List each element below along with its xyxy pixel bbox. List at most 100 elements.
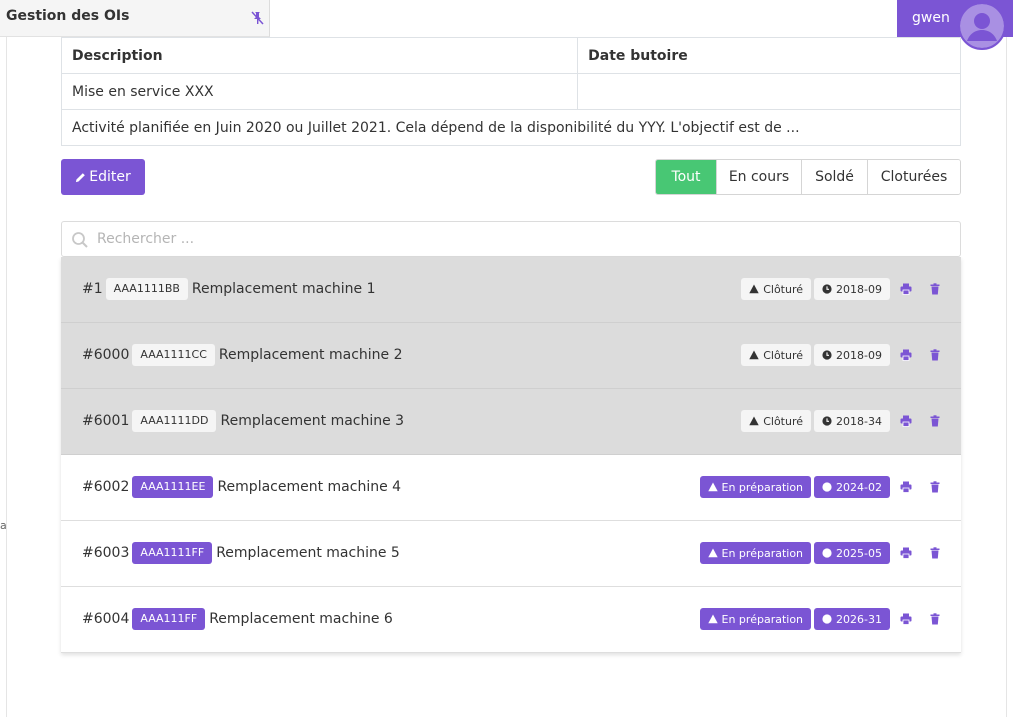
warning-icon xyxy=(749,350,759,360)
item-title: Remplacement machine 6 xyxy=(209,611,393,627)
date-badge: 2026-31 xyxy=(814,608,890,630)
date-badge: 2018-09 xyxy=(814,278,890,300)
description-cell: Mise en service XXX xyxy=(60,73,579,110)
list-item-6[interactable]: #6004 AAA111FF Remplacement machine 6 En… xyxy=(61,587,961,653)
print-icon[interactable] xyxy=(900,547,912,559)
item-main: #6000 AAA1111CC Remplacement machine 2 xyxy=(82,323,403,387)
status-text: En préparation xyxy=(721,612,804,626)
print-icon[interactable] xyxy=(900,283,912,295)
trash-icon[interactable] xyxy=(929,613,941,625)
status-filter-group: Tout En cours Soldé Cloturées xyxy=(655,159,961,195)
item-meta: En préparation 2024-02 xyxy=(699,476,941,498)
item-meta: Clôturé 2018-34 xyxy=(741,410,941,432)
item-title: Remplacement machine 3 xyxy=(220,413,405,429)
work-order-list: #1 AAA1111BB Remplacement machine 1 Clôt… xyxy=(61,257,961,653)
status-text: Clôturé xyxy=(763,414,804,428)
right-panel-edge xyxy=(1006,37,1013,717)
date-text: 2018-34 xyxy=(836,414,882,428)
print-icon[interactable] xyxy=(900,481,912,493)
avatar[interactable] xyxy=(958,2,1006,50)
trash-icon[interactable] xyxy=(929,547,941,559)
trash-icon[interactable] xyxy=(929,415,941,427)
app-title-tab[interactable]: Gestion des OIs xyxy=(0,0,270,37)
status-text: Clôturé xyxy=(763,282,804,296)
item-number: #6003 xyxy=(82,545,130,561)
trash-icon[interactable] xyxy=(929,481,941,493)
list-item-3[interactable]: #6001 AAA1111DD Remplacement machine 3 C… xyxy=(61,389,961,455)
trash-icon[interactable] xyxy=(929,283,941,295)
print-icon[interactable] xyxy=(900,349,912,361)
item-code-tag: AAA1111EE xyxy=(132,476,214,498)
date-badge: 2025-05 xyxy=(814,542,890,564)
item-code-tag: AAA1111BB xyxy=(105,278,188,300)
status-badge: Clôturé xyxy=(741,410,812,432)
item-main: #6002 AAA1111EE Remplacement machine 4 xyxy=(82,455,401,519)
status-badge: Clôturé xyxy=(741,344,812,366)
status-badge: En préparation xyxy=(699,608,812,630)
item-main: #1 AAA1111BB Remplacement machine 1 xyxy=(82,257,376,321)
item-code-tag: AAA1111DD xyxy=(132,410,217,432)
print-icon[interactable] xyxy=(900,415,912,427)
date-text: 2025-05 xyxy=(836,546,882,560)
clock-icon xyxy=(822,284,832,294)
clock-icon xyxy=(822,350,832,360)
header-date-butoire: Date butoire xyxy=(577,37,961,74)
item-code-tag: AAA1111CC xyxy=(132,344,215,366)
print-icon[interactable] xyxy=(900,613,912,625)
item-number: #6004 xyxy=(82,611,130,627)
item-meta: En préparation 2025-05 xyxy=(699,542,941,564)
item-title: Remplacement machine 4 xyxy=(217,479,402,495)
top-bar: Gestion des OIs gwen xyxy=(0,0,1013,50)
item-title: Remplacement machine 1 xyxy=(191,281,376,297)
pencil-icon xyxy=(76,172,86,182)
warning-icon xyxy=(749,416,759,426)
date-text: 2026-31 xyxy=(836,612,882,626)
warning-icon xyxy=(749,284,759,294)
warning-icon xyxy=(707,614,718,624)
info-table: Description Date butoire Mise en service… xyxy=(60,37,961,146)
info-table-header: Description Date butoire xyxy=(60,37,961,74)
clock-icon xyxy=(822,614,832,624)
item-main: #6003 AAA1111FF Remplacement machine 5 xyxy=(82,521,400,585)
item-title: Remplacement machine 5 xyxy=(216,545,400,561)
filter-settled-button[interactable]: Soldé xyxy=(801,160,867,194)
user-name: gwen xyxy=(912,10,950,26)
user-avatar-icon xyxy=(960,4,1004,48)
search-input[interactable] xyxy=(97,222,947,256)
edit-button[interactable]: Editer xyxy=(61,159,145,195)
list-item-1[interactable]: #1 AAA1111BB Remplacement machine 1 Clôt… xyxy=(61,257,961,323)
trash-icon[interactable] xyxy=(929,349,941,361)
item-meta: En préparation 2026-31 xyxy=(699,608,941,630)
item-code-tag: AAA111FF xyxy=(132,608,206,630)
edge-text: a xyxy=(0,519,7,532)
app-title: Gestion des OIs xyxy=(6,8,130,24)
list-item-4[interactable]: #6002 AAA1111EE Remplacement machine 4 E… xyxy=(61,455,961,521)
filter-closed-button[interactable]: Cloturées xyxy=(867,160,960,194)
list-item-2[interactable]: #6000 AAA1111CC Remplacement machine 2 C… xyxy=(61,323,961,389)
filter-in-progress-button[interactable]: En cours xyxy=(716,160,801,194)
filter-all-button[interactable]: Tout xyxy=(656,160,716,194)
left-panel-edge xyxy=(0,37,7,717)
status-badge: Clôturé xyxy=(741,278,812,300)
date-badge: 2024-02 xyxy=(814,476,890,498)
item-number: #1 xyxy=(82,281,103,297)
note-cell: Activité planifiée en Juin 2020 ou Juill… xyxy=(61,109,961,146)
date-cell xyxy=(577,73,961,110)
date-badge: 2018-34 xyxy=(814,410,890,432)
info-table-row: Mise en service XXX xyxy=(60,73,961,110)
info-table-note-row: Activité planifiée en Juin 2020 ou Juill… xyxy=(61,109,961,146)
item-title: Remplacement machine 2 xyxy=(218,347,403,363)
search-box xyxy=(61,221,961,257)
item-number: #6002 xyxy=(82,479,130,495)
date-text: 2018-09 xyxy=(836,282,882,296)
item-main: #6004 AAA111FF Remplacement machine 6 xyxy=(82,587,393,651)
clock-icon xyxy=(822,416,832,426)
search-icon xyxy=(72,232,88,248)
pin-off-icon[interactable] xyxy=(249,10,265,26)
user-menu[interactable]: gwen xyxy=(897,0,1013,50)
list-item-5[interactable]: #6003 AAA1111FF Remplacement machine 5 E… xyxy=(61,521,961,587)
status-text: En préparation xyxy=(721,480,804,494)
item-number: #6000 xyxy=(82,347,130,363)
status-text: En préparation xyxy=(721,546,804,560)
status-badge: En préparation xyxy=(699,542,812,564)
